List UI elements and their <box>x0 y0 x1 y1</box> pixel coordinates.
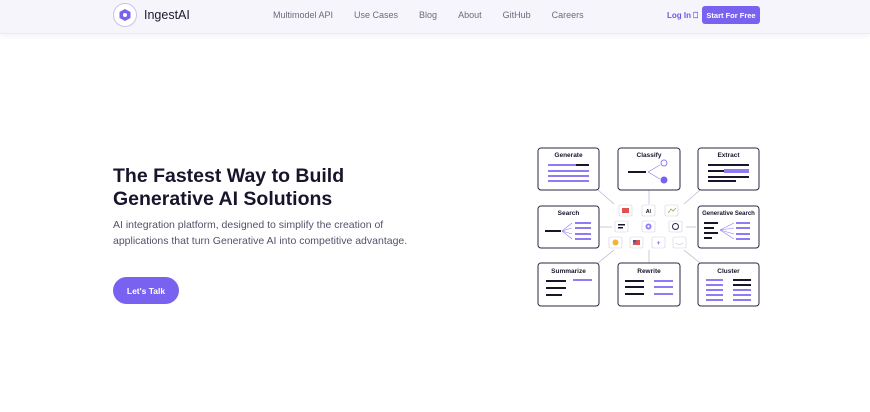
chart-icon <box>664 204 679 217</box>
nav-link-github[interactable]: GitHub <box>503 10 531 20</box>
login-icon: ⎕ <box>693 11 699 20</box>
plus-icon: + <box>651 236 666 249</box>
nav-link-careers[interactable]: Careers <box>552 10 584 20</box>
card-summarize: Summarize <box>537 262 600 307</box>
emoji-icon <box>608 236 623 249</box>
logo-icon <box>113 3 137 27</box>
hero-title-line-2: Generative AI Solutions <box>113 188 333 210</box>
model-icons-grid: A\ + <box>608 204 687 249</box>
svg-text:+: + <box>657 240 661 247</box>
anthropic-icon: A\ <box>641 204 656 217</box>
card-generate: Generate <box>537 147 600 191</box>
hub-icon <box>641 220 656 233</box>
login-label: Log In <box>667 11 691 20</box>
flag-icon <box>629 236 644 249</box>
card-search-title: Search <box>558 210 580 217</box>
nav-link-about[interactable]: About <box>458 10 482 20</box>
card-cluster: Cluster <box>697 262 760 307</box>
nav-links: Multimodel API Use Cases Blog About GitH… <box>273 10 605 20</box>
card-cluster-title: Cluster <box>717 268 740 275</box>
nav-link-multimodel-api[interactable]: Multimodel API <box>273 10 333 20</box>
openai-icon <box>668 220 683 233</box>
stack-icon <box>618 204 633 217</box>
card-search: Search <box>537 205 600 249</box>
card-classify: Classify <box>617 147 681 191</box>
card-generate-title: Generate <box>554 152 583 159</box>
brand-name: IngestAI <box>144 8 190 22</box>
brand-logo[interactable]: IngestAI <box>113 3 190 27</box>
card-classify-title: Classify <box>637 152 662 159</box>
hero-subtitle: AI integration platform, designed to sim… <box>113 219 408 247</box>
top-nav: IngestAI Multimodel API Use Cases Blog A… <box>0 0 870 34</box>
doc-icon <box>614 220 629 233</box>
login-link[interactable]: Log In ⎕ <box>667 11 698 21</box>
start-for-free-button[interactable]: Start For Free <box>702 6 760 24</box>
hero-title: The Fastest Way to Build Generative AI S… <box>113 165 344 211</box>
nav-link-use-cases[interactable]: Use Cases <box>354 10 398 20</box>
lets-talk-button[interactable]: Let's Talk <box>113 277 179 304</box>
card-rewrite-title: Rewrite <box>637 268 661 275</box>
aws-icon <box>672 236 687 249</box>
card-generative-search: Generative Search <box>697 205 760 249</box>
nav-link-blog[interactable]: Blog <box>419 10 437 20</box>
card-rewrite: Rewrite <box>617 262 681 307</box>
hero-title-line-1: The Fastest Way to Build <box>113 165 345 187</box>
card-generative-search-title: Generative Search <box>702 211 755 217</box>
card-extract: Extract <box>697 147 760 191</box>
card-summarize-title: Summarize <box>551 268 586 275</box>
card-extract-title: Extract <box>717 152 740 159</box>
svg-text:A\: A\ <box>646 209 652 215</box>
use-case-diagram: Generate Classify Extract Search A\ + Ge… <box>537 147 760 307</box>
